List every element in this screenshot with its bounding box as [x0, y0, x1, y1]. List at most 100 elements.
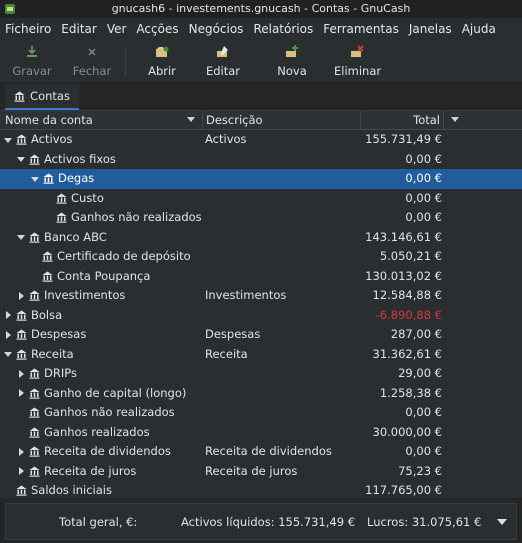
account-description: Receita: [205, 346, 248, 361]
account-name: Conta Poupança: [57, 268, 151, 283]
delete-account-button[interactable]: Eliminar: [334, 43, 381, 78]
account-row[interactable]: Conta Poupança 130.013,02 €: [0, 267, 522, 287]
menu-ficheiro[interactable]: Ficheiro: [0, 22, 56, 36]
menu-ver[interactable]: Ver: [102, 22, 132, 36]
save-button[interactable]: Gravar: [11, 43, 53, 78]
account-icon: [42, 251, 53, 262]
delete-account-icon: [351, 45, 364, 57]
expander-closed-icon[interactable]: [3, 310, 13, 320]
window-title: gnucash6 - investements.gnucash - Contas…: [111, 2, 411, 15]
expander-open-icon[interactable]: [16, 232, 26, 242]
account-total: 29,00 €: [398, 366, 442, 380]
expander-closed-icon[interactable]: [16, 291, 26, 301]
menu-editar[interactable]: Editar: [56, 22, 102, 36]
account-row[interactable]: Bolsa -6.890,88 €: [0, 306, 522, 326]
account-row[interactable]: DRIPs 29,00 €: [0, 364, 522, 384]
account-name: Activos fixos: [44, 151, 116, 166]
expander-open-icon[interactable]: [3, 135, 13, 145]
account-row[interactable]: Ganho de capital (longo) 1.258,38 €: [0, 384, 522, 404]
account-name: Receita: [31, 346, 74, 361]
account-name: Ganhos realizados: [44, 424, 150, 439]
account-row[interactable]: Custo 0,00 €: [0, 189, 522, 209]
account-total-negative: -6.890,88 €: [375, 307, 442, 322]
account-row[interactable]: Ganhos realizados 30.000,00 €: [0, 423, 522, 443]
toolbar-separator: [125, 46, 126, 76]
account-icon: [29, 427, 40, 438]
account-icon: [56, 212, 67, 223]
expander-closed-icon[interactable]: [16, 388, 26, 398]
account-description: Activos: [205, 132, 247, 146]
menu-accoes[interactable]: Acções: [131, 22, 183, 36]
account-row[interactable]: Activos Activos 155.731,49 €: [0, 130, 522, 150]
account-name: Receita de juros: [44, 463, 137, 478]
column-header-name[interactable]: Nome da conta: [0, 111, 203, 129]
save-label: Gravar: [12, 64, 52, 78]
summary-bar: Total geral, €: Activos líquidos: 155.73…: [0, 498, 522, 543]
net-assets-value: Activos líquidos: 155.731,49 €: [181, 515, 356, 529]
account-icon: [43, 173, 54, 184]
expander-open-icon[interactable]: [16, 154, 26, 164]
account-total: 0,00 €: [405, 151, 442, 166]
account-row[interactable]: Receita Receita 31.362,61 €: [0, 345, 522, 365]
account-total: 0,00 €: [405, 405, 442, 419]
profits-value: Lucros: 31.075,61 €: [367, 515, 482, 529]
account-icon: [29, 466, 40, 477]
account-row[interactable]: Despesas Despesas 287,00 €: [0, 325, 522, 345]
account-icon: [16, 134, 27, 145]
account-row[interactable]: Banco ABC 143.146,61 €: [0, 228, 522, 248]
grand-total-label: Total geral, €:: [59, 515, 138, 529]
account-total: 75,23 €: [398, 463, 442, 478]
account-total: 0,00 €: [405, 171, 442, 185]
account-total: 12.584,88 €: [372, 288, 443, 302]
expander-closed-icon[interactable]: [16, 369, 26, 379]
column-selector[interactable]: [444, 111, 522, 129]
menu-relatorios[interactable]: Relatórios: [248, 22, 318, 36]
column-header-description[interactable]: Descrição: [203, 111, 361, 129]
account-total: 155.731,49 €: [365, 132, 442, 146]
account-description: Receita de juros: [205, 463, 298, 478]
account-row[interactable]: Investimentos Investimentos 12.584,88 €: [0, 286, 522, 306]
account-icon: [29, 446, 40, 457]
account-name: Certificado de depósito: [57, 249, 191, 263]
menu-ajuda[interactable]: Ajuda: [457, 22, 501, 36]
expander-closed-icon[interactable]: [3, 330, 13, 340]
account-icon: [29, 388, 40, 399]
account-name: Investimentos: [44, 288, 126, 302]
expander-open-icon[interactable]: [3, 349, 13, 359]
account-icon: [29, 232, 40, 243]
column-chooser-icon: [451, 117, 459, 122]
menu-negocios[interactable]: Negócios: [184, 22, 249, 36]
account-row[interactable]: Activos fixos 0,00 €: [0, 150, 522, 170]
edit-label: Editar: [205, 64, 241, 78]
expander-closed-icon[interactable]: [16, 466, 26, 476]
tab-contas[interactable]: Contas: [5, 84, 79, 110]
account-row-selected[interactable]: Degas 0,00 €: [0, 169, 522, 189]
edit-account-button[interactable]: Editar: [203, 43, 243, 78]
new-account-icon: [286, 45, 298, 57]
account-icon: [29, 290, 40, 301]
account-icon: [29, 154, 40, 165]
account-row[interactable]: Receita de juros Receita de juros 75,23 …: [0, 462, 522, 482]
open-account-button[interactable]: Abrir: [143, 43, 181, 78]
new-account-button[interactable]: Nova: [275, 43, 309, 78]
account-tree-header: Nome da conta Descrição Total: [0, 111, 522, 130]
expander-open-icon[interactable]: [30, 174, 40, 184]
account-name: Receita de dividendos: [44, 444, 171, 458]
account-name: Banco ABC: [44, 229, 107, 244]
menu-janelas[interactable]: Janelas: [404, 22, 457, 36]
close-button[interactable]: Fechar: [71, 43, 113, 78]
account-row[interactable]: Certificado de depósito 5.050,21 €: [0, 247, 522, 267]
account-icon: [16, 349, 27, 360]
menu-ferramentas[interactable]: Ferramentas: [318, 22, 404, 36]
close-label: Fechar: [72, 64, 112, 78]
account-name: Ganhos não realizados: [44, 405, 175, 419]
summary-dropdown-icon[interactable]: [497, 519, 507, 525]
account-total: 143.146,61 €: [365, 229, 442, 244]
expander-closed-icon[interactable]: [16, 447, 26, 457]
summary-box: Total geral, €: Activos líquidos: 155.73…: [5, 503, 517, 540]
account-row[interactable]: Ganhos não realizados 0,00 €: [0, 403, 522, 423]
notebook-tabs: Contas: [0, 82, 522, 111]
account-row[interactable]: Ganhos não realizados 0,00 €: [0, 208, 522, 228]
column-header-total[interactable]: Total: [361, 111, 444, 129]
account-row[interactable]: Receita de dividendos Receita de dividen…: [0, 442, 522, 462]
